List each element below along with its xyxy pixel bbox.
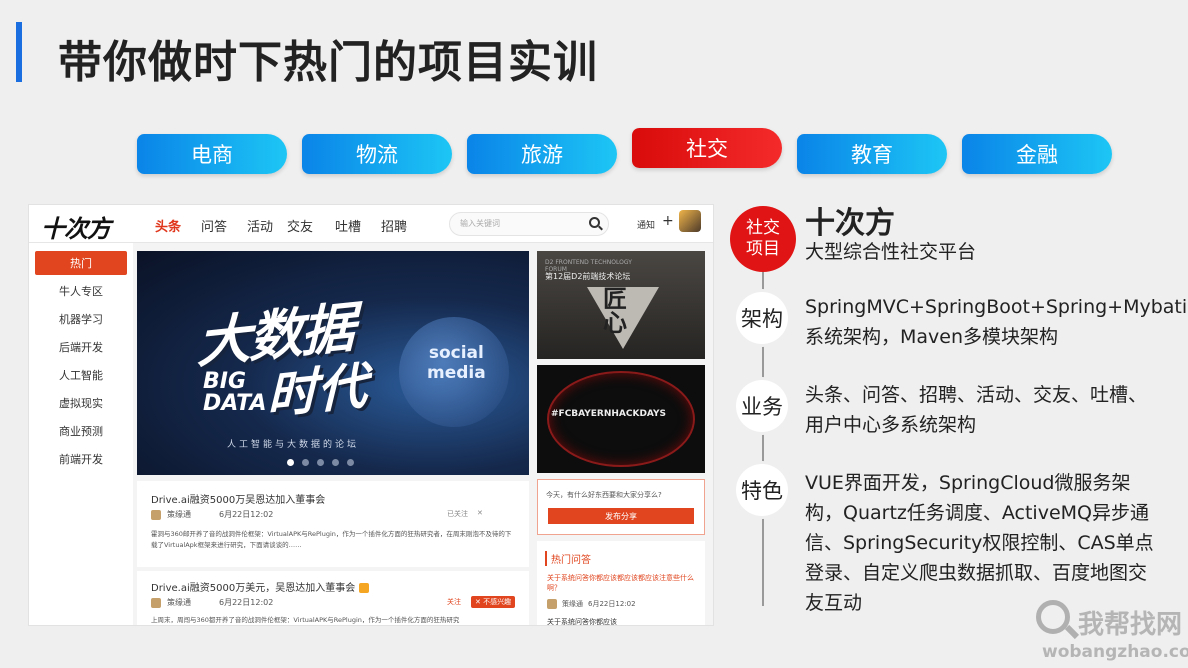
features-badge: 特色 [736,464,788,516]
carousel-dot[interactable] [302,459,309,466]
site-header: 十次方 头条 问答 活动 交友 吐槽 招聘 输入关键词 通知 + [29,205,713,244]
author-name[interactable]: 策缘通 [167,597,191,608]
tab-travel[interactable]: 旅游 [467,134,617,174]
follow-button[interactable]: 关注 [447,597,461,607]
architecture-text: SpringMVC+SpringBoot+Spring+Mybatis系统架构，… [805,296,1188,348]
title-accent-bar [16,22,22,82]
side-nav: 热门 牛人专区 机器学习 后端开发 人工智能 虚拟现实 商业预测 前端开发 [29,243,133,625]
tab-education[interactable]: 教育 [797,134,947,174]
side-item-hot[interactable]: 热门 [35,251,127,275]
nav-friends[interactable]: 交友 [287,216,313,235]
hot-qa-question[interactable]: 关于系统问答你都应该都应该都应该注意些什么啊？ [547,573,697,593]
nav-rants[interactable]: 吐槽 [335,216,361,235]
ring-graphic [547,371,695,467]
tab-finance[interactable]: 金融 [962,134,1112,174]
banner-bigdata-text: BIG DATA [203,369,267,416]
promo-card-hackdays[interactable]: #FCBAYERNHACKDAYS [537,365,705,473]
banner-headline-2: 时代 [267,356,367,426]
tab-ecommerce[interactable]: 电商 [137,134,287,174]
hot-qa-panel: 热门问答 关于系统问答你都应该都应该都应该注意些什么啊？ 策缘通 6月22日12… [537,541,705,625]
hot-qa-question[interactable]: 关于系统问答你都应该 [547,617,697,625]
author-name[interactable]: 策缘通 [167,509,191,520]
social-project-badge: 社交 项目 [730,206,796,272]
article-card[interactable]: Drive.ai融资5000万美元，吴恩达加入董事会 策缘通 6月22日12:0… [137,571,529,625]
side-item-backend[interactable]: 后端开发 [35,335,127,359]
features-text: VUE界面开发，SpringCloud微服务架构，Quartz任务调度、Acti… [805,472,1154,614]
article-excerpt: 霍洞与360邮开养了音的战洞件伦框架：VirtualAPK与RePlugin，作… [151,530,512,549]
nav-jobs[interactable]: 招聘 [381,216,407,235]
promo-card-d2[interactable]: D2 FRONTEND TECHNOLOGY FORUM 第12届D2前端技术论… [537,251,705,359]
category-tabs: 电商 物流 旅游 社交 教育 金融 [137,128,1117,176]
side-item-experts[interactable]: 牛人专区 [35,279,127,303]
business-badge: 业务 [736,380,788,432]
site-logo[interactable]: 十次方 [41,209,111,244]
article-meta: 策缘通 6月22日12:02 [151,597,273,608]
watermark-text: 我帮找网 [1078,610,1183,640]
author-avatar [151,597,161,608]
project-name: 十次方 [805,206,895,241]
hot-qa-meta: 策缘通 6月22日12:02 [547,599,636,609]
side-item-ai[interactable]: 人工智能 [35,363,127,387]
author-name[interactable]: 策缘通 [562,599,583,609]
author-avatar [547,599,557,609]
article-date: 6月22日12:02 [219,598,274,607]
author-avatar [151,509,161,520]
business-text: 头条、问答、招聘、活动、交友、吐槽、用户中心多系统架构 [805,384,1148,436]
side-item-ml[interactable]: 机器学习 [35,307,127,331]
side-item-frontend[interactable]: 前端开发 [35,447,127,471]
verified-icon [359,583,370,593]
promo-title: 第12届D2前端技术论坛 [545,272,631,281]
nav-qa[interactable]: 问答 [201,216,227,235]
search-icon[interactable] [589,217,600,228]
hero-banner[interactable]: 大数据 时代 BIG DATA social media 人工智能与大数据的论坛 [137,251,529,475]
carousel-dot[interactable] [287,459,294,466]
promo-art-text: 匠 心 [603,285,627,337]
hot-qa-date: 6月22日12:02 [588,600,636,608]
page-title: 带你做时下热门的项目实训 [58,37,598,88]
nav-events[interactable]: 活动 [247,216,273,235]
nav-headlines[interactable]: 头条 [155,216,181,235]
architecture-badge: 架构 [736,292,788,344]
watermark: 我帮找网 wobangzhao.com [1036,600,1188,666]
magnifier-icon [1036,600,1070,634]
carousel-dots [287,459,354,466]
tab-social[interactable]: 社交 [632,128,782,168]
share-prompt: 今天，有什么好东西要和大家分享么? [546,491,662,499]
article-title-text: Drive.ai融资5000万美元，吴恩达加入董事会 [151,583,356,594]
close-icon[interactable]: ✕ [477,509,483,517]
article-meta: 策缘通 6月22日12:02 [151,509,273,520]
tab-logistics[interactable]: 物流 [302,134,452,174]
carousel-dot[interactable] [347,459,354,466]
search-input[interactable]: 输入关键词 [449,212,609,236]
side-item-business[interactable]: 商业预测 [35,419,127,443]
article-title[interactable]: Drive.ai融资5000万美元，吴恩达加入董事会 [151,579,370,594]
promo-hashtag: #FCBAYERNHACKDAYS [551,409,667,419]
article-title[interactable]: Drive.ai融资5000万吴恩达加入董事会 [151,491,325,506]
side-item-vr[interactable]: 虚拟现实 [35,391,127,415]
banner-social-text: social media [427,343,486,383]
banner-subtitle: 人工智能与大数据的论坛 [227,440,360,450]
plus-icon[interactable]: + [662,213,674,229]
article-card[interactable]: Drive.ai融资5000万吴恩达加入董事会 策缘通 6月22日12:02 已… [137,481,529,567]
product-screenshot: 十次方 头条 问答 活动 交友 吐槽 招聘 输入关键词 通知 + 热门 牛人专区… [28,204,714,626]
carousel-dot[interactable] [332,459,339,466]
hot-qa-title: 热门问答 [545,551,591,566]
share-box: 今天，有什么好东西要和大家分享么? 发布分享 [537,479,705,535]
publish-share-button[interactable]: 发布分享 [548,508,694,524]
article-excerpt: 上周末，周闯与360都开养了音的战洞件伦框架：VirtualAPK与RePlug… [151,616,460,624]
avatar[interactable] [679,210,701,232]
not-interested-button[interactable]: ✕ 不感兴趣 [471,596,516,608]
article-date: 6月22日12:02 [219,510,274,519]
carousel-dot[interactable] [317,459,324,466]
watermark-url: wobangzhao.com [1042,642,1188,662]
project-description: 大型综合性社交平台 [805,241,977,263]
notifications-link[interactable]: 通知 [637,218,655,231]
followed-label[interactable]: 已关注 [447,509,468,519]
search-placeholder: 输入关键词 [460,219,500,228]
